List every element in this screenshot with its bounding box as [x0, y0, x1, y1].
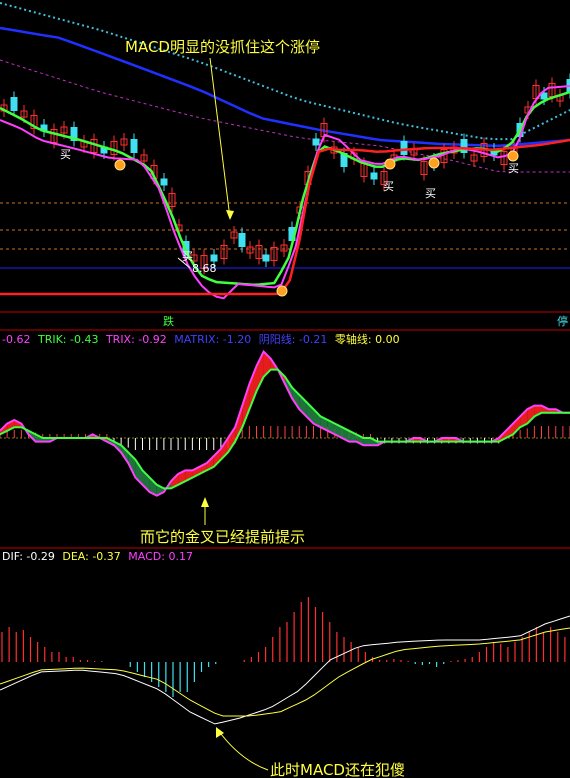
macd-dif-line — [0, 615, 570, 725]
buy-coin-marker — [507, 150, 519, 162]
price-candle — [460, 133, 468, 159]
candle-body — [370, 172, 378, 180]
macd-value-0: DIF: -0.29 — [2, 550, 55, 563]
annotation-golden-cross: 而它的金叉已经提前提示 — [140, 528, 305, 546]
price-candle — [40, 119, 48, 137]
axis-label-limit: 停 — [557, 314, 568, 328]
candle-body — [210, 254, 218, 262]
annotation-arrow-3 — [217, 729, 269, 771]
buy-coin-marker — [384, 158, 396, 170]
buy-signal-label: 买 — [508, 162, 519, 175]
price-candle — [255, 239, 263, 265]
candle-body — [262, 254, 270, 262]
price-candle — [280, 239, 288, 257]
buy-signal-label: 买 — [425, 187, 436, 200]
candle-body — [130, 139, 138, 153]
macd-dea-line — [0, 627, 570, 717]
annotation-macd-missed: MACD明显的没抓住这个涨停 — [125, 38, 320, 56]
annotation-arrow — [209, 57, 231, 219]
price-candle — [556, 89, 564, 107]
trix-value-0: -0.62 — [2, 333, 31, 346]
buy-coin-marker — [428, 157, 440, 169]
candle-body — [312, 138, 320, 146]
annotation-arrowhead-2 — [201, 497, 209, 507]
price-candle — [370, 167, 378, 185]
price-candle — [120, 133, 128, 151]
axis-label-down: 跌 — [163, 314, 174, 328]
low-price-label: 8.68 — [192, 262, 217, 275]
buy-coin-marker — [276, 285, 288, 297]
annotation-arrowhead — [226, 210, 234, 220]
candle-body — [540, 92, 548, 100]
ma-90-line — [0, 2, 570, 141]
buy-signal-label: 买 — [60, 148, 71, 161]
price-candle — [238, 227, 246, 253]
candle-body — [10, 97, 18, 111]
macd-value-1: DEA: -0.37 — [62, 550, 121, 563]
price-candle — [246, 241, 254, 259]
price-candle — [262, 249, 270, 267]
buy-coin-marker — [114, 159, 126, 171]
trix-indicator-header: -0.62 TRIK: -0.43 TRIX: -0.92 MATRIX: -1… — [2, 331, 404, 347]
trix-band-segment — [363, 438, 371, 446]
price-candle — [230, 226, 238, 244]
price-candle — [30, 109, 38, 135]
trix-value-5: 零轴线: 0.00 — [334, 333, 400, 346]
price-candle — [130, 133, 138, 159]
candle-body — [238, 233, 246, 247]
trix-line — [0, 349, 570, 497]
ma-5-line — [0, 90, 570, 287]
price-candle — [340, 147, 348, 173]
candle-body — [400, 141, 408, 155]
price-candle — [70, 121, 78, 147]
price-candle — [110, 135, 118, 161]
trix-value-1: TRIK: -0.43 — [37, 333, 99, 346]
annotation-macd-lagging: 此时MACD还在犯傻 — [270, 761, 405, 778]
price-candle — [220, 239, 228, 265]
price-candle — [160, 173, 168, 191]
price-candle — [270, 241, 278, 267]
macd-value-2: MACD: 0.17 — [128, 550, 193, 563]
trix-value-4: 阴阳线: -0.21 — [258, 333, 328, 346]
macd-indicator-header: DIF: -0.29 DEA: -0.37 MACD: 0.17 — [2, 550, 197, 563]
trix-value-3: MATRIX: -1.20 — [174, 333, 252, 346]
candle-body — [160, 178, 168, 186]
buy-signal-label: 买 — [383, 180, 394, 193]
ma-20-line — [0, 138, 570, 296]
trix-value-2: TRIX: -0.92 — [105, 333, 167, 346]
stock-chart: 买买买买买8.68MACD明显的没抓住这个涨停跌 停而它的金叉已经提前提示此时MA… — [0, 2, 570, 778]
